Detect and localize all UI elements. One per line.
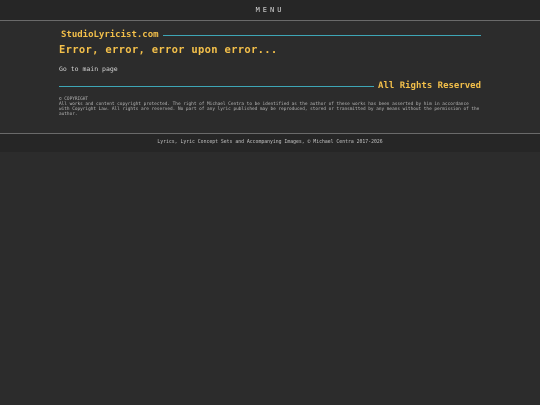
main-page-link[interactable]: Go to main page [59,65,118,73]
error-heading: Error, error, error upon error... [59,44,278,56]
top-navigation-bar: MENU [0,0,540,21]
site-title-header: StudioLyricist.com [59,28,481,42]
menu-button[interactable]: MENU [0,6,540,14]
copyright-text: All works and content copyright protecte… [59,102,480,118]
copyright-notice: © COPYRIGHT All works and content copyri… [59,97,481,117]
site-title: StudioLyricist.com [61,30,159,40]
footer: Lyrics, Lyric Concept Sets and Accompany… [0,133,540,152]
rights-heading: All Rights Reserved [378,81,481,91]
header-rule [162,34,481,36]
rights-header: All Rights Reserved [59,79,481,93]
rights-rule [59,85,375,87]
footer-text: Lyrics, Lyric Concept Sets and Accompany… [157,140,383,145]
main-content: StudioLyricist.com Error, error, error u… [59,28,481,117]
